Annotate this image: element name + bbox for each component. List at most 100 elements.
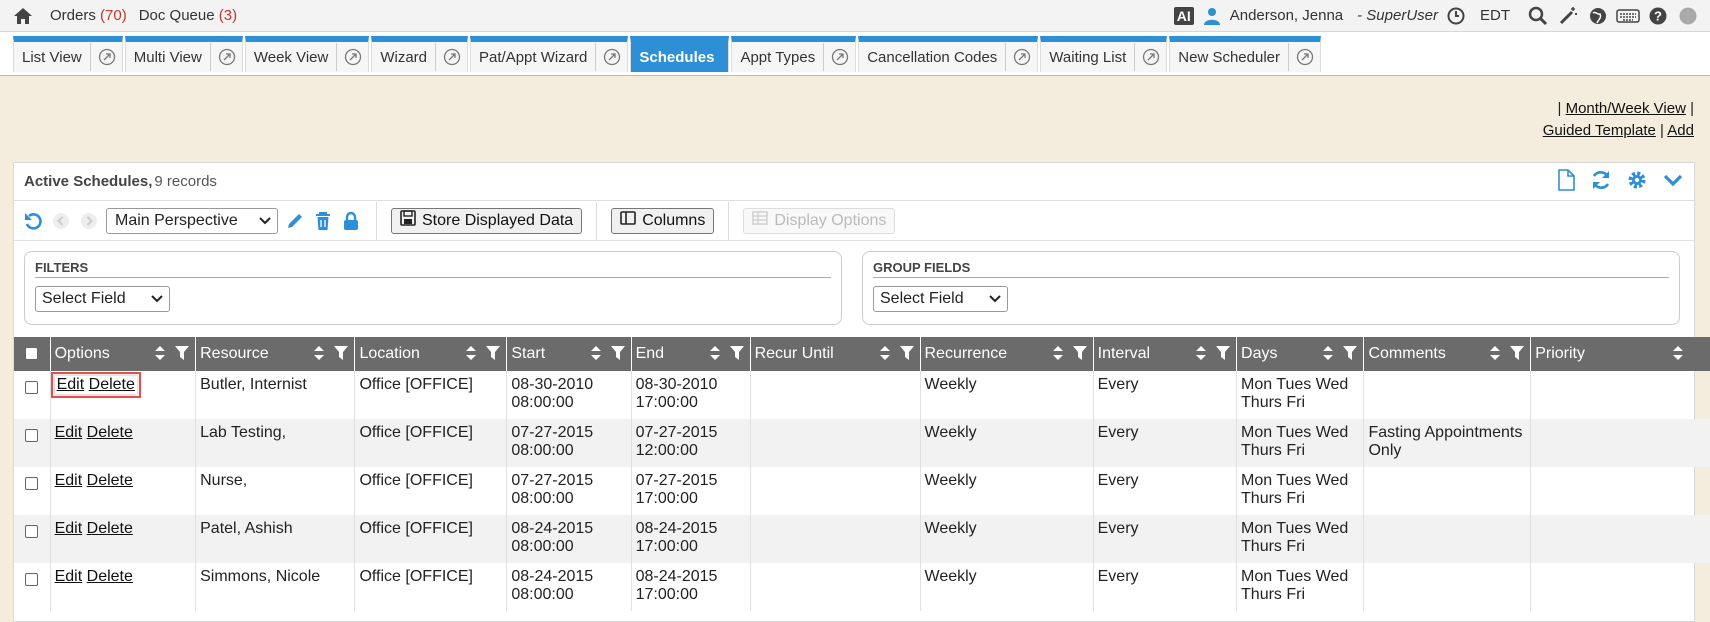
column-header-comments[interactable]: Comments [1363,337,1532,371]
popout-icon[interactable] [435,43,461,71]
delete-link[interactable]: Delete [87,520,133,537]
ai-icon[interactable]: AI [1173,6,1194,25]
sort-icon[interactable] [1052,346,1063,365]
lock-icon[interactable] [340,210,362,232]
doc-queue-link[interactable]: Doc Queue (3) [139,7,237,24]
location-cell: Office [OFFICE] [354,419,508,467]
tab-list-view[interactable]: List View [13,36,123,72]
interval-cell: Every [1093,515,1238,563]
add-link[interactable]: Add [1667,122,1694,139]
column-header-resource[interactable]: Resource [195,337,356,371]
popout-icon[interactable] [1288,43,1314,71]
sort-icon[interactable] [590,346,601,365]
gear-icon[interactable] [1626,169,1648,195]
sort-icon[interactable] [879,346,890,365]
column-header-recurrence[interactable]: Recurrence [920,337,1094,371]
filter-icon[interactable] [1510,346,1525,365]
edit-link[interactable]: Edit [55,520,83,537]
filter-icon[interactable] [334,346,349,365]
keyboard-icon[interactable] [1616,4,1640,28]
group-field-select[interactable]: Select Field [873,286,1008,312]
tab-schedules[interactable]: Schedules [630,36,730,72]
filter-field-select[interactable]: Select Field [35,286,170,312]
perspective-select[interactable]: Main Perspective [106,207,278,234]
row-checkbox[interactable] [25,477,39,490]
edit-link[interactable]: Edit [57,376,85,393]
popout-icon[interactable] [209,43,236,71]
guided-template-link[interactable]: Guided Template [1543,122,1656,139]
popout-icon[interactable] [595,43,621,71]
trash-icon[interactable] [312,210,334,232]
filter-icon[interactable] [175,346,190,365]
column-header-days[interactable]: Days [1236,337,1365,371]
popout-icon[interactable] [336,43,362,71]
popout-icon[interactable] [1005,43,1031,71]
help-icon[interactable]: ? [1646,4,1670,28]
month-week-view-link[interactable]: Month/Week View [1566,100,1686,117]
edit-link[interactable]: Edit [55,568,83,585]
column-header-end[interactable]: End [631,337,751,371]
orders-link[interactable]: Orders (70) [50,7,127,24]
row-checkbox[interactable] [25,429,39,442]
filter-icon[interactable] [1343,346,1358,365]
delete-link[interactable]: Delete [87,568,133,585]
filter-icon[interactable] [899,346,914,365]
column-header-location[interactable]: Location [354,337,508,371]
columns-button[interactable]: Columns [611,207,715,234]
user-name[interactable]: Anderson, Jenna [1230,7,1343,24]
tab-wizard[interactable]: Wizard [371,36,469,72]
popout-icon[interactable] [823,43,849,71]
column-header-priority[interactable]: Priority [1530,337,1710,371]
start-time: 08:00:00 [511,490,574,507]
popout-icon[interactable] [89,43,116,71]
end-date: 08-30-2010 [635,376,718,393]
tab-waiting-list[interactable]: Waiting List [1040,36,1168,72]
chevron-down-icon[interactable] [1662,169,1684,195]
tab-pat-appt-wizard[interactable]: Pat/Appt Wizard [470,36,629,72]
sort-icon[interactable] [1490,346,1501,365]
row-checkbox[interactable] [25,381,39,394]
sort-icon[interactable] [1323,346,1334,365]
magic-wand-icon[interactable] [1556,4,1580,28]
popout-icon[interactable] [1134,43,1160,71]
sort-icon[interactable] [709,346,720,365]
filter-icon[interactable] [486,346,501,365]
pencil-icon[interactable] [284,210,306,232]
sort-icon[interactable] [466,346,477,365]
column-header-start[interactable]: Start [506,337,632,371]
filter-icon[interactable] [1216,346,1231,365]
edit-link[interactable]: Edit [55,424,83,441]
row-checkbox[interactable] [25,573,39,586]
filter-icon[interactable] [729,346,744,365]
document-icon[interactable] [1556,168,1576,195]
tab-appt-types[interactable]: Appt Types [731,36,857,72]
column-header-options[interactable]: Options [50,337,197,371]
select-all-checkbox[interactable] [25,347,39,361]
search-icon[interactable] [1526,4,1550,28]
sort-icon[interactable] [155,346,166,365]
globe-icon[interactable] [1586,4,1610,28]
filter-icon[interactable] [1072,346,1087,365]
sort-icon[interactable] [1673,346,1683,365]
delete-link[interactable]: Delete [89,376,135,393]
delete-link[interactable]: Delete [87,472,133,489]
sort-icon[interactable] [314,346,325,365]
tab-cancellation-codes[interactable]: Cancellation Codes [858,36,1039,72]
row-checkbox[interactable] [25,525,39,538]
refresh-icon[interactable] [1590,169,1612,195]
tab-week-view[interactable]: Week View [244,36,370,72]
column-header-interval[interactable]: Interval [1093,337,1238,371]
column-header-recur-until[interactable]: Recur Until [750,337,921,371]
filter-icon[interactable] [610,346,625,365]
home-icon[interactable] [12,5,34,27]
undo-icon[interactable] [22,210,44,232]
highlighted-actions: Edit Delete [50,372,141,398]
edit-link[interactable]: Edit [55,472,83,489]
tab-new-scheduler[interactable]: New Scheduler [1169,36,1321,72]
tab-label: Cancellation Codes [867,48,998,66]
delete-link[interactable]: Delete [87,424,133,441]
tab-multi-view[interactable]: Multi View [124,36,243,72]
store-displayed-data-button[interactable]: Store Displayed Data [391,207,583,234]
sort-icon[interactable] [1196,346,1207,365]
priority-cell [1530,371,1710,419]
